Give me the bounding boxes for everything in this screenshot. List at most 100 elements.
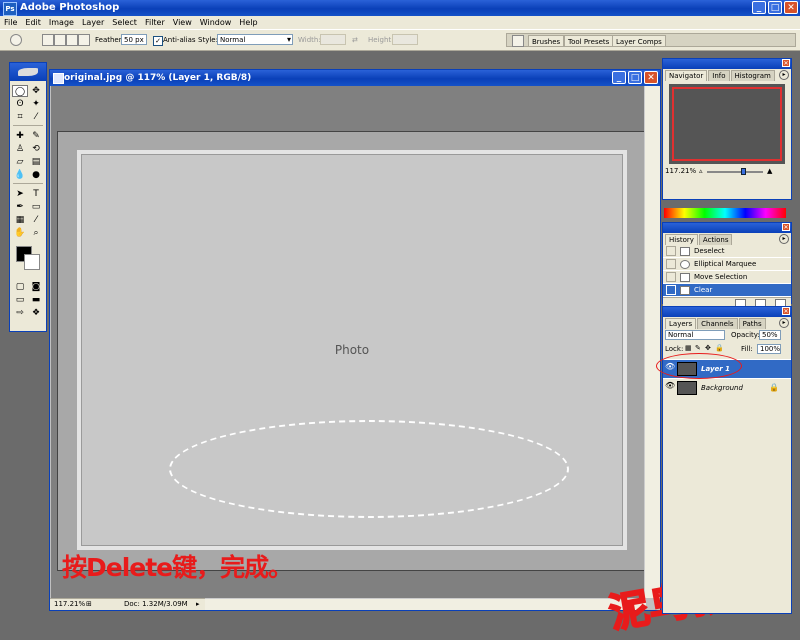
hand-tool-icon[interactable]: ✋ [12, 227, 28, 239]
swap-icon[interactable]: ⇄ [352, 34, 358, 46]
menu-view[interactable]: View [169, 16, 196, 29]
tab-channels[interactable]: Channels [697, 318, 738, 329]
navigator-menu-icon[interactable]: ▸ [779, 70, 789, 80]
style-select[interactable]: Normal [217, 34, 293, 45]
height-input[interactable] [392, 34, 418, 45]
tab-history[interactable]: History [665, 234, 698, 245]
tab-actions[interactable]: Actions [698, 234, 733, 245]
navigator-zoom-value[interactable]: 117.21% [665, 167, 696, 175]
notes-tool-icon[interactable]: ▦ [12, 214, 28, 226]
history-menu-icon[interactable]: ▸ [779, 234, 789, 244]
document-maximize-button[interactable]: □ [628, 71, 642, 84]
tab-navigator[interactable]: Navigator [665, 70, 708, 81]
close-icon[interactable]: ✕ [782, 59, 790, 67]
fill-input[interactable]: 100% [757, 344, 781, 354]
color-ramp[interactable] [664, 208, 786, 218]
clone-stamp-tool-icon[interactable]: ♙ [12, 143, 28, 155]
feather-input[interactable]: 50 px [121, 34, 147, 45]
lock-transparency-icon[interactable]: ▦ [685, 344, 692, 352]
intersect-selection-icon[interactable] [78, 34, 90, 46]
background-color-swatch[interactable] [24, 254, 40, 270]
maximize-button[interactable]: □ [768, 1, 782, 14]
width-input[interactable] [320, 34, 346, 45]
lock-all-icon[interactable]: 🔒 [715, 344, 724, 352]
layer-row-background[interactable]: 👁 Background 🔒 [663, 378, 791, 397]
tab-layers[interactable]: Layers [665, 318, 697, 329]
crop-tool-icon[interactable]: ⌗ [12, 111, 28, 123]
tab-paths[interactable]: Paths [738, 318, 766, 329]
zoom-out-icon[interactable]: ▵ [699, 167, 703, 175]
vertical-scrollbar[interactable] [644, 86, 660, 598]
healing-brush-tool-icon[interactable]: ✚ [12, 130, 28, 142]
imageready-icon[interactable]: ❖ [28, 307, 44, 319]
pen-tool-icon[interactable]: ✒ [12, 201, 28, 213]
menu-select[interactable]: Select [108, 16, 141, 29]
jump-to-imageready-icon[interactable]: ⇨ [12, 307, 28, 319]
eyedropper-tool-icon[interactable]: ⁄ [28, 214, 44, 226]
new-selection-icon[interactable] [42, 34, 54, 46]
eye-icon[interactable]: 👁 [665, 381, 675, 395]
gradient-tool-icon[interactable]: ▤ [28, 156, 44, 168]
full-screen-mode-icon[interactable]: ▬ [28, 294, 44, 306]
zoom-slider-knob[interactable] [741, 168, 746, 175]
navigator-panel-header[interactable]: ✕ [663, 59, 791, 69]
type-tool-icon[interactable]: T [28, 188, 44, 200]
close-icon[interactable]: ✕ [782, 307, 790, 315]
status-menu-arrow-icon[interactable]: ▸ [196, 599, 200, 610]
history-item-selected[interactable]: Clear [663, 284, 791, 297]
zoom-tool-icon[interactable]: ⌕ [28, 227, 44, 239]
slice-tool-icon[interactable]: ⁄ [28, 111, 44, 123]
opacity-input[interactable]: 50% [759, 330, 781, 340]
canvas-area[interactable]: Photo [51, 86, 645, 598]
history-item[interactable]: Deselect [663, 245, 791, 258]
antialias-checkbox[interactable]: ✓ [153, 36, 163, 46]
zoom-in-icon[interactable]: ▲ [767, 167, 772, 175]
path-selection-tool-icon[interactable]: ➤ [12, 188, 28, 200]
blend-mode-select[interactable]: Normal [665, 330, 725, 340]
minimize-button[interactable]: _ [752, 1, 766, 14]
blur-tool-icon[interactable]: 💧 [12, 169, 28, 181]
tab-layer-comps[interactable]: Layer Comps [612, 35, 666, 47]
magic-wand-tool-icon[interactable]: ✦ [28, 98, 44, 110]
layers-menu-icon[interactable]: ▸ [779, 318, 789, 328]
horizontal-scrollbar[interactable] [205, 598, 646, 610]
menu-file[interactable]: File [0, 16, 21, 29]
toolbox-header[interactable] [10, 63, 46, 81]
brush-tool-icon[interactable]: ✎ [28, 130, 44, 142]
tab-tool-presets[interactable]: Tool Presets [564, 35, 614, 47]
add-selection-icon[interactable] [54, 34, 66, 46]
menu-edit[interactable]: Edit [21, 16, 45, 29]
history-brush-tool-icon[interactable]: ⟲ [28, 143, 44, 155]
document-minimize-button[interactable]: _ [612, 71, 626, 84]
history-panel-header[interactable]: ✕ [663, 223, 791, 233]
standard-mode-icon[interactable]: ▢ [12, 281, 28, 293]
menu-window[interactable]: Window [196, 16, 236, 29]
close-icon[interactable]: ✕ [782, 223, 790, 231]
history-item[interactable]: Move Selection [663, 271, 791, 284]
shape-tool-icon[interactable]: ▭ [28, 201, 44, 213]
quick-mask-mode-icon[interactable]: ◙ [28, 281, 44, 293]
history-item[interactable]: Elliptical Marquee [663, 258, 791, 271]
standard-screen-mode-icon[interactable]: ▭ [12, 294, 28, 306]
menu-help[interactable]: Help [235, 16, 261, 29]
menu-layer[interactable]: Layer [78, 16, 108, 29]
navigator-view-rect[interactable] [672, 87, 782, 161]
lock-position-icon[interactable]: ✥ [705, 344, 711, 352]
elliptical-selection[interactable] [169, 420, 569, 518]
lasso-tool-icon[interactable]: ʘ [12, 98, 28, 110]
menu-filter[interactable]: Filter [141, 16, 169, 29]
eraser-tool-icon[interactable]: ▱ [12, 156, 28, 168]
subtract-selection-icon[interactable] [66, 34, 78, 46]
lock-pixels-icon[interactable]: ✎ [695, 344, 701, 352]
tab-info[interactable]: Info [708, 70, 730, 81]
layers-panel-header[interactable]: ✕ [663, 307, 791, 317]
document-close-button[interactable]: ✕ [644, 71, 658, 84]
elliptical-marquee-tool-icon[interactable]: ◯ [12, 85, 28, 97]
dodge-tool-icon[interactable]: ● [28, 169, 44, 181]
menu-image[interactable]: Image [45, 16, 78, 29]
zoom-slider[interactable] [707, 168, 763, 175]
document-title-bar[interactable]: original.jpg @ 117% (Layer 1, RGB/8) _ □… [50, 70, 660, 86]
tab-histogram[interactable]: Histogram [730, 70, 775, 81]
zoom-level[interactable]: 117.21% [54, 599, 85, 610]
tab-brushes[interactable]: Brushes [528, 35, 565, 47]
